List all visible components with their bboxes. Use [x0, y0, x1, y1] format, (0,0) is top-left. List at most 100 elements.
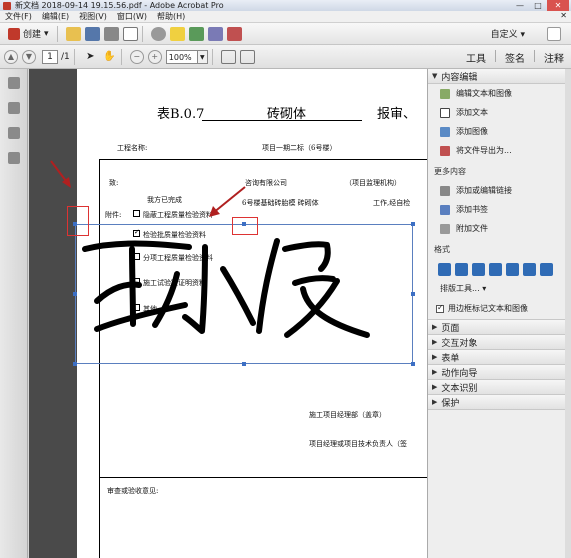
- resize-handle[interactable]: [73, 292, 77, 296]
- section-title: 表单: [441, 353, 460, 364]
- format-label: 格式: [434, 245, 450, 254]
- add-image-icon: [440, 126, 450, 137]
- tool-add-image[interactable]: 添加图像: [428, 122, 571, 141]
- resize-handle[interactable]: [411, 292, 415, 296]
- email-button[interactable]: [122, 26, 138, 42]
- toolbar-divider: [141, 25, 143, 42]
- menu-view[interactable]: 视图(V): [74, 11, 112, 22]
- tool-add-text[interactable]: 添加文本: [428, 103, 571, 122]
- tool-export-file[interactable]: 将文件导出为...: [428, 141, 571, 160]
- bookmarks-icon[interactable]: [7, 102, 20, 114]
- section-content-editing[interactable]: ▼ 内容编辑: [428, 69, 571, 84]
- resize-handle[interactable]: [411, 222, 415, 226]
- tool-edit-text-image[interactable]: 编辑文本和图像: [428, 84, 571, 103]
- customize-button[interactable]: 自定义 ▾: [491, 27, 525, 40]
- settings-button[interactable]: [150, 26, 166, 42]
- tab-comment[interactable]: 注释: [541, 50, 567, 65]
- zoom-in-button[interactable]: +: [147, 49, 162, 64]
- rotate-left-icon[interactable]: [472, 263, 485, 276]
- section-interactive-objects[interactable]: ▶ 交互对象: [428, 335, 571, 350]
- close-document-icon[interactable]: ✕: [560, 11, 567, 20]
- print-button[interactable]: [103, 26, 119, 42]
- section-title: 文本识别: [441, 383, 478, 394]
- zoom-level-input[interactable]: 100%: [165, 49, 198, 64]
- section-title: 动作向导: [441, 368, 478, 379]
- create-label: 创建: [23, 30, 42, 40]
- arrange-icon[interactable]: [540, 263, 553, 276]
- share-button[interactable]: [188, 26, 204, 42]
- checkbox-concealed-work[interactable]: [133, 210, 140, 217]
- close-button[interactable]: ✕: [547, 0, 569, 11]
- menu-window[interactable]: 窗口(W): [112, 11, 152, 22]
- bookmark-icon: [440, 204, 450, 215]
- resize-handle[interactable]: [411, 362, 415, 366]
- fit-width-button[interactable]: [239, 49, 255, 65]
- tools-pane-scrollbar[interactable]: [565, 69, 571, 558]
- tab-divider: [495, 50, 496, 62]
- section-protection[interactable]: ▶ 保护: [428, 395, 571, 410]
- signatures-icon[interactable]: [7, 152, 20, 164]
- previous-page-button[interactable]: ▲: [4, 49, 18, 64]
- chevron-down-icon: ▾: [482, 284, 487, 293]
- select-tool-button[interactable]: ➤: [83, 49, 98, 65]
- arrange-tools-dropdown[interactable]: 排版工具... ▾: [428, 276, 571, 298]
- page-number-input[interactable]: 1: [42, 49, 58, 64]
- resize-handle[interactable]: [242, 362, 246, 366]
- resize-handle[interactable]: [73, 362, 77, 366]
- document-viewer[interactable]: 表B.0.7 砖砌体 报审、 工程名称: 项目一期二标（6号楼） 致: 咨询有限…: [29, 69, 427, 558]
- email-icon: [122, 26, 138, 41]
- arrange-label: 排版工具...: [440, 284, 480, 293]
- replace-icon[interactable]: [523, 263, 536, 276]
- flip-icon[interactable]: [438, 263, 451, 276]
- expand-icon[interactable]: [547, 27, 561, 41]
- comment-button[interactable]: [169, 26, 185, 42]
- image-selection-box[interactable]: [75, 224, 413, 364]
- left-navigation-pane: [0, 69, 28, 558]
- flip-vertical-icon[interactable]: [455, 263, 468, 276]
- hand-tool-button[interactable]: ✋: [102, 49, 117, 65]
- gear-icon: [150, 26, 166, 41]
- export-button[interactable]: [226, 26, 242, 42]
- section-pages[interactable]: ▶ 页面: [428, 320, 571, 335]
- annotation-arrow-icon: [50, 160, 71, 188]
- attachments-icon[interactable]: [7, 127, 20, 139]
- add-text-icon: [440, 107, 450, 118]
- tab-tools[interactable]: 工具: [463, 50, 489, 65]
- expand-triangle-icon: ▶: [432, 398, 438, 406]
- fit-page-button[interactable]: [220, 49, 236, 65]
- save-icon: [84, 26, 100, 41]
- table-border: [99, 159, 427, 160]
- section-text-recognition[interactable]: ▶ 文本识别: [428, 380, 571, 395]
- section-action-wizard[interactable]: ▶ 动作向导: [428, 365, 571, 380]
- to-suffix: （项目监理机构）: [345, 179, 401, 187]
- edit-text-icon: [440, 88, 450, 99]
- open-button[interactable]: [65, 26, 81, 42]
- section-forms[interactable]: ▶ 表单: [428, 350, 571, 365]
- menu-help[interactable]: 帮助(H): [152, 11, 190, 22]
- crop-icon[interactable]: [506, 263, 519, 276]
- fit-page-icon: [220, 49, 236, 64]
- maximize-button[interactable]: □: [529, 0, 547, 11]
- zoom-out-button[interactable]: −: [129, 49, 144, 64]
- rotate-right-icon[interactable]: [489, 263, 502, 276]
- outline-text-images-checkbox[interactable]: 用边框标记文本和图像: [428, 298, 571, 320]
- menu-file[interactable]: 文件(F): [0, 11, 37, 22]
- menu-edit[interactable]: 编辑(E): [37, 11, 74, 22]
- format-tools-row: [428, 259, 571, 276]
- combine-button[interactable]: [207, 26, 223, 42]
- comment-icon: [169, 26, 185, 41]
- tool-add-bookmark[interactable]: 添加书签: [428, 200, 571, 219]
- folder-open-icon: [65, 26, 81, 41]
- link-icon: [440, 185, 450, 196]
- zoom-dropdown-button[interactable]: ▼: [197, 49, 208, 64]
- create-button[interactable]: 创建 ▾: [4, 26, 53, 42]
- tab-sign[interactable]: 签名: [502, 50, 528, 65]
- next-page-button[interactable]: ▼: [22, 49, 36, 64]
- minimize-button[interactable]: —: [511, 0, 529, 11]
- tool-label: 添加文本: [456, 108, 488, 117]
- tool-attach-file[interactable]: 附加文件: [428, 219, 571, 238]
- toolbar-divider: [120, 48, 122, 65]
- page-thumbnails-icon[interactable]: [7, 77, 20, 89]
- tool-add-link[interactable]: 添加或编辑链接: [428, 181, 571, 200]
- save-button[interactable]: [84, 26, 100, 42]
